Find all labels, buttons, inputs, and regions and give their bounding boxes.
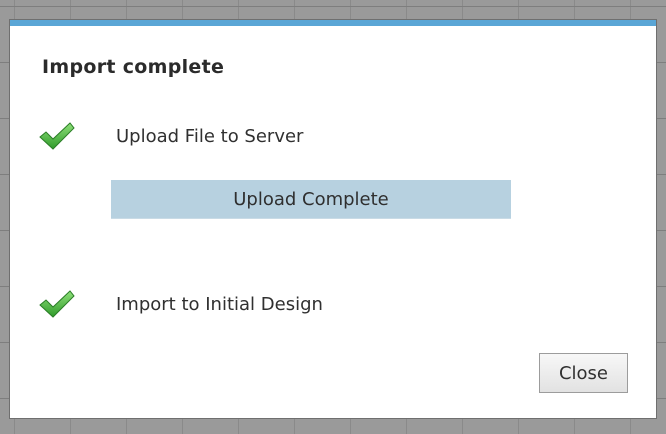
progress-text: Upload Complete (233, 188, 389, 210)
checkmark-icon (38, 289, 76, 319)
close-button[interactable]: Close (539, 353, 628, 393)
dialog-title: Import complete (42, 56, 225, 78)
step-import-design: Import to Initial Design (38, 284, 323, 324)
step-label: Import to Initial Design (116, 293, 323, 315)
step-upload-file: Upload File to Server (38, 116, 303, 156)
upload-progress-bar: Upload Complete (111, 180, 511, 219)
import-complete-dialog: Import complete Upload File to Server Up… (10, 20, 656, 418)
checkmark-icon (38, 121, 76, 151)
step-label: Upload File to Server (116, 125, 304, 147)
